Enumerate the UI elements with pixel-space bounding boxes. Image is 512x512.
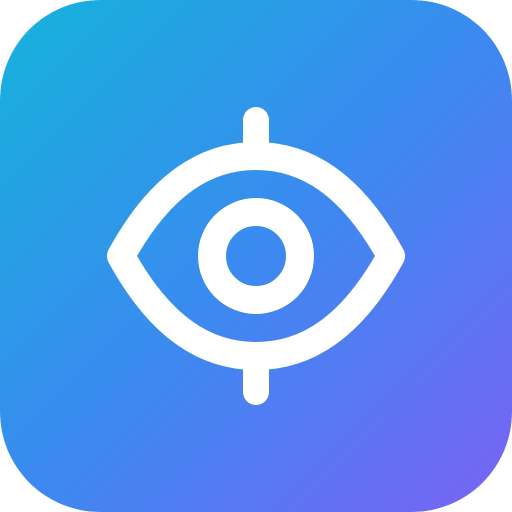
app-icon[interactable] [0, 0, 512, 512]
eye-icon [0, 0, 512, 512]
icon-background [0, 0, 512, 512]
